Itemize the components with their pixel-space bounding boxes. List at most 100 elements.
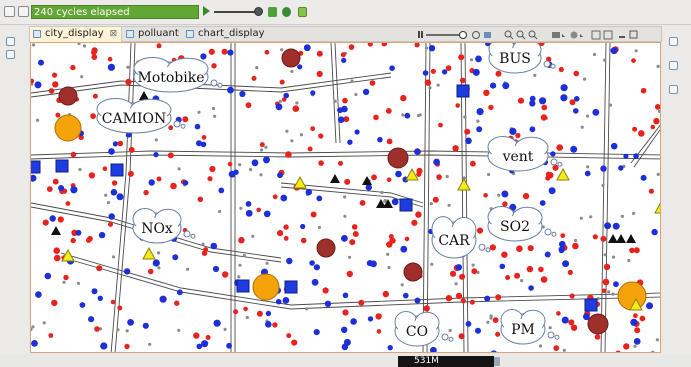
car-agent — [264, 49, 270, 55]
cloud-dot — [478, 243, 486, 251]
car-agent — [455, 292, 463, 300]
pedestrian — [658, 109, 660, 113]
minimize-icon[interactable] — [619, 36, 625, 38]
play-icon[interactable] — [203, 6, 210, 16]
car-agent — [211, 63, 217, 69]
car-agent — [349, 239, 356, 246]
moto-agent — [433, 158, 440, 166]
car-agent — [438, 122, 443, 128]
sync-icon[interactable] — [570, 31, 584, 39]
moto-agent — [70, 186, 78, 194]
moto-agent — [562, 260, 570, 268]
maximize-icon[interactable] — [629, 30, 638, 39]
moto-agent — [282, 297, 290, 304]
moto-agent — [414, 148, 421, 155]
car-agent — [351, 224, 358, 230]
moto-agent — [646, 302, 653, 310]
traffic-light — [616, 234, 626, 243]
pedestrian — [157, 266, 161, 270]
car-agent — [367, 43, 373, 47]
car-agent — [369, 80, 376, 86]
warning-marker — [654, 202, 660, 214]
step-icon[interactable] — [268, 7, 277, 17]
restore-right-icon[interactable] — [669, 37, 678, 46]
car-agent — [436, 174, 442, 180]
restore-icon[interactable] — [6, 37, 15, 46]
car-agent — [492, 317, 499, 323]
camera-icon[interactable] — [552, 32, 565, 38]
tab-polluant[interactable]: polluant — [123, 27, 183, 42]
memory-indicator: 531M — [398, 356, 494, 367]
speed-slider-icon[interactable] — [214, 11, 256, 13]
moto-agent — [108, 148, 115, 155]
pedestrian — [620, 214, 625, 218]
pedestrian — [148, 342, 152, 346]
pedestrian — [476, 119, 480, 123]
moto-agent — [159, 295, 167, 303]
close-icon[interactable]: ⊠ — [110, 29, 118, 39]
city-map[interactable]: Motobike BUS CAMION vent NOx SO2 CAR CO PM — [31, 43, 661, 353]
city-display-canvas[interactable]: Motobike BUS CAMION vent NOx SO2 CAR CO PM — [30, 42, 661, 353]
pedestrian — [586, 114, 590, 118]
pedestrian — [32, 43, 36, 47]
tab-city-display[interactable]: city_display ⊠ — [30, 27, 122, 42]
console-icon[interactable] — [6, 50, 15, 59]
display-icon — [126, 30, 134, 38]
moto-agent — [97, 295, 104, 301]
moto-agent — [210, 242, 218, 250]
overlay-icon[interactable] — [591, 30, 613, 40]
zoom-out-icon[interactable] — [516, 30, 526, 40]
building — [281, 48, 301, 68]
reload-icon[interactable] — [282, 7, 291, 17]
zoom-slider-icon[interactable] — [426, 31, 467, 39]
layers-icon[interactable] — [472, 31, 492, 39]
moto-agent — [116, 193, 124, 201]
monitor-icon[interactable] — [4, 6, 15, 17]
tab-chart-display[interactable]: chart_display — [183, 27, 265, 42]
car-agent — [127, 170, 134, 177]
car-agent — [31, 78, 35, 84]
car-agent — [94, 326, 100, 332]
car-agent — [300, 237, 307, 244]
car-agent — [245, 102, 252, 109]
pedestrian — [489, 316, 493, 320]
car-agent — [51, 299, 58, 307]
car-agent — [373, 114, 379, 121]
warning-marker — [457, 177, 471, 191]
left-panel-strip — [0, 25, 28, 367]
moto-agent — [630, 318, 638, 326]
car-agent — [423, 305, 430, 312]
car-agent — [592, 234, 598, 240]
car-agent — [600, 235, 607, 242]
status-bar — [0, 354, 691, 367]
cloud-dot — [190, 233, 196, 239]
pause-display-icon[interactable] — [418, 31, 423, 38]
gc-icon[interactable] — [494, 357, 500, 366]
car-agent — [389, 237, 395, 243]
car-agent — [96, 265, 103, 272]
inspect-icon[interactable] — [669, 85, 678, 94]
pedestrian — [264, 145, 268, 149]
parameters-icon[interactable] — [669, 61, 678, 70]
zoom-fit-icon[interactable] — [528, 30, 538, 40]
zoom-in-icon[interactable] — [504, 30, 514, 40]
snapshot-icon[interactable] — [298, 7, 307, 17]
moto-agent — [613, 281, 619, 288]
building — [316, 238, 336, 258]
pedestrian — [634, 49, 638, 53]
moto-agent — [107, 63, 115, 71]
car-agent — [156, 176, 162, 182]
moto-agent — [300, 223, 306, 230]
pedestrian — [580, 125, 584, 129]
pedestrian — [633, 344, 637, 348]
pedestrian — [125, 329, 129, 333]
pedestrian — [354, 92, 358, 97]
bus-stop — [110, 163, 124, 177]
cloud-label: CAR — [438, 233, 470, 249]
speed-slider-knob[interactable] — [254, 7, 263, 16]
pedestrian — [249, 168, 253, 172]
traffic-light — [330, 174, 340, 183]
moto-agent — [200, 141, 207, 148]
car-agent — [458, 54, 465, 61]
view-icon[interactable] — [18, 6, 29, 17]
